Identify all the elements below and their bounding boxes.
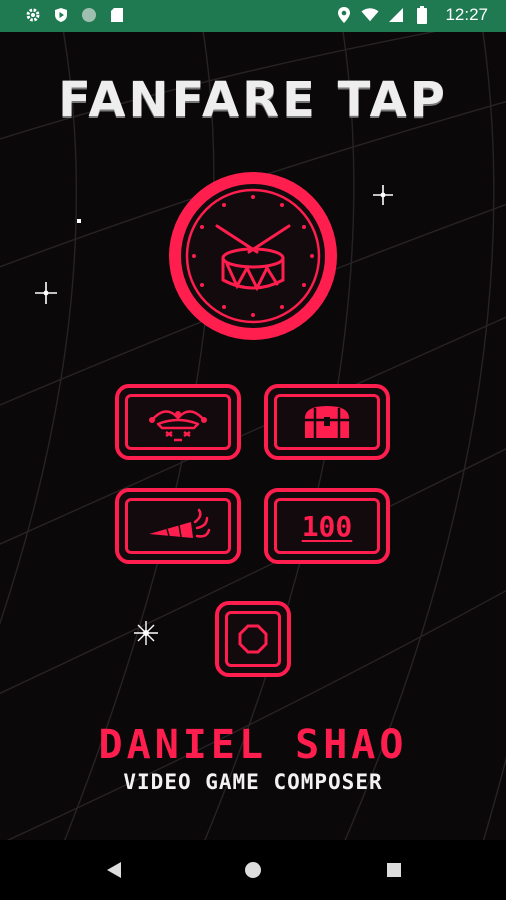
drum-button[interactable] <box>165 168 341 344</box>
treasure-chest-icon <box>305 406 349 438</box>
status-bar: 12:27 <box>0 0 506 32</box>
home-circle-icon[interactable] <box>237 854 269 886</box>
navigation-bar <box>0 840 506 900</box>
circle-icon <box>80 6 98 24</box>
hundred-button[interactable]: 100 <box>264 488 390 564</box>
sd-card-icon <box>108 6 126 24</box>
signal-icon <box>387 6 405 24</box>
status-time: 12:27 <box>445 5 488 24</box>
back-triangle-icon[interactable] <box>98 854 130 886</box>
battery-icon <box>413 6 431 24</box>
background-grid <box>0 32 506 840</box>
sparkle-icon <box>372 184 394 210</box>
party-horn-icon <box>149 508 211 538</box>
jester-hat-icon <box>149 410 207 442</box>
chest-button[interactable] <box>264 384 390 460</box>
recents-square-icon[interactable] <box>378 854 410 886</box>
jester-button[interactable] <box>115 384 241 460</box>
wifi-icon <box>361 6 380 24</box>
app-title: FANFARE TAP <box>58 72 448 128</box>
stop-octagon-icon <box>238 624 268 654</box>
stop-button[interactable] <box>215 601 291 677</box>
shield-play-icon <box>52 6 70 24</box>
composer-role: VIDEO GAME COMPOSER <box>123 770 383 794</box>
sparkle-icon <box>34 281 58 309</box>
sparkle-icon <box>76 209 82 228</box>
drum-icon <box>169 172 337 340</box>
gear-icon <box>24 6 42 24</box>
location-icon <box>335 6 353 24</box>
party-horn-button[interactable] <box>115 488 241 564</box>
composer-name: DANIEL SHAO <box>98 722 408 768</box>
sparkle-icon <box>133 620 159 650</box>
hundred-label: 100 <box>301 509 353 543</box>
